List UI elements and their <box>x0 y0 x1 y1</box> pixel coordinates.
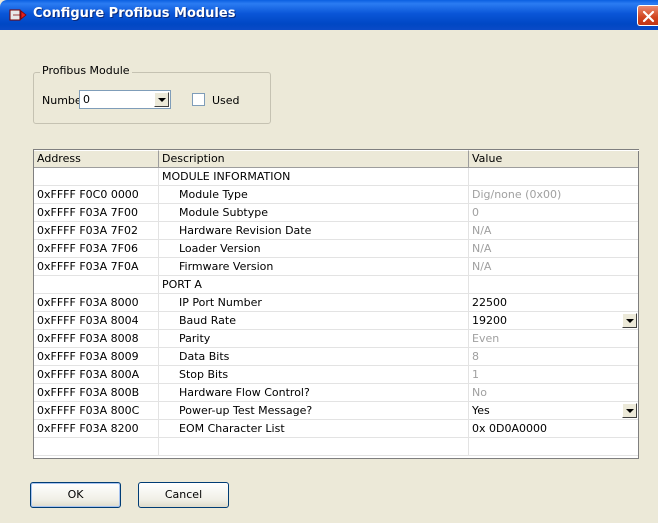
address-cell: 0xFFFF F03A 8000 <box>34 294 159 311</box>
table-row[interactable]: 0xFFFF F03A 8200 EOM Character List 0x 0D0… <box>34 420 638 438</box>
number-combobox[interactable]: 0 <box>79 90 171 109</box>
section-row: MODULE INFORMATION <box>34 168 638 186</box>
column-header-description[interactable]: Description <box>159 150 469 167</box>
description-cell: EOM Character List <box>159 420 469 437</box>
address-cell: 0xFFFF F03A 7F0A <box>34 258 159 275</box>
value-cell[interactable]: 19200 <box>469 312 638 329</box>
properties-grid: Address Description Value MODULE INFORMA… <box>33 149 639 459</box>
address-cell: 0xFFFF F03A 800C <box>34 402 159 419</box>
title-bar[interactable]: Configure Profibus Modules <box>0 0 658 30</box>
value-cell[interactable]: Yes <box>469 402 638 419</box>
chevron-down-icon[interactable] <box>154 92 169 107</box>
table-row[interactable]: 0xFFFF F03A 7F00 Module Subtype 0 <box>34 204 638 222</box>
address-cell: 0xFFFF F03A 8004 <box>34 312 159 329</box>
address-cell: 0xFFFF F03A 8008 <box>34 330 159 347</box>
used-label[interactable]: Used <box>212 94 240 107</box>
description-cell: IP Port Number <box>159 294 469 311</box>
address-cell: 0xFFFF F03A 8200 <box>34 420 159 437</box>
address-cell <box>34 438 159 455</box>
description-cell: Stop Bits <box>159 366 469 383</box>
value-cell[interactable]: 22500 <box>469 294 638 311</box>
value-text: 0x 0D0A0000 <box>472 422 547 435</box>
description-cell: Parity <box>159 330 469 347</box>
value-text: Dig/none (0x00) <box>472 188 562 201</box>
chevron-down-icon[interactable] <box>622 403 637 418</box>
table-row[interactable]: 0xFFFF F03A 800B Hardware Flow Control? No <box>34 384 638 402</box>
description-cell: Baud Rate <box>159 312 469 329</box>
table-row[interactable]: 0xFFFF F0C0 0000 Module Type Dig/none (0x0… <box>34 186 638 204</box>
address-cell: 0xFFFF F03A 800A <box>34 366 159 383</box>
value-cell: Even <box>469 330 638 347</box>
number-value: 0 <box>83 93 90 106</box>
grid-body: MODULE INFORMATION 0xFFFF F0C0 0000 Module… <box>34 168 638 456</box>
table-row[interactable]: 0xFFFF F03A 7F06 Loader Version N/A <box>34 240 638 258</box>
value-text: Yes <box>472 404 490 417</box>
value-cell: N/A <box>469 222 638 239</box>
value-text: 0 <box>472 206 479 219</box>
value-text: N/A <box>472 260 492 273</box>
close-button[interactable] <box>637 5 658 26</box>
value-text: 8 <box>472 350 479 363</box>
section-title: MODULE INFORMATION <box>159 168 469 185</box>
dialog-window: Configure Profibus Modules Profibus Modu… <box>0 0 658 523</box>
description-cell: Module Type <box>159 186 469 203</box>
cancel-button[interactable]: Cancel <box>138 482 229 508</box>
value-cell: 0 <box>469 204 638 221</box>
address-cell: 0xFFFF F0C0 0000 <box>34 186 159 203</box>
value-cell: N/A <box>469 258 638 275</box>
value-cell: No <box>469 384 638 401</box>
address-cell: 0xFFFF F03A 7F06 <box>34 240 159 257</box>
value-text: No <box>472 386 487 399</box>
address-cell: 0xFFFF F03A 8009 <box>34 348 159 365</box>
description-cell <box>159 438 469 455</box>
close-icon <box>642 10 655 23</box>
section-title: PORT A <box>159 276 469 293</box>
value-text: 22500 <box>472 296 507 309</box>
column-header-value[interactable]: Value <box>469 150 639 167</box>
grid-header: Address Description Value <box>34 150 639 168</box>
value-cell <box>469 168 638 185</box>
description-cell: Hardware Flow Control? <box>159 384 469 401</box>
value-cell: Dig/none (0x00) <box>469 186 638 203</box>
column-header-address[interactable]: Address <box>34 150 159 167</box>
address-cell <box>34 276 159 293</box>
description-cell: Hardware Revision Date <box>159 222 469 239</box>
value-text: 1 <box>472 368 479 381</box>
used-checkbox[interactable] <box>192 93 205 106</box>
table-row <box>34 438 638 456</box>
table-row[interactable]: 0xFFFF F03A 800C Power-up Test Message? Ye… <box>34 402 638 420</box>
value-text: Even <box>472 332 500 345</box>
value-cell: 1 <box>469 366 638 383</box>
table-row[interactable]: 0xFFFF F03A 7F0A Firmware Version N/A <box>34 258 638 276</box>
value-cell <box>469 438 638 455</box>
section-row: PORT A <box>34 276 638 294</box>
value-cell: N/A <box>469 240 638 257</box>
address-cell: 0xFFFF F03A 7F02 <box>34 222 159 239</box>
table-row[interactable]: 0xFFFF F03A 8004 Baud Rate 19200 <box>34 312 638 330</box>
value-cell <box>469 276 638 293</box>
table-row[interactable]: 0xFFFF F03A 8009 Data Bits 8 <box>34 348 638 366</box>
value-cell: 8 <box>469 348 638 365</box>
table-row[interactable]: 0xFFFF F03A 7F02 Hardware Revision Date N/… <box>34 222 638 240</box>
table-row[interactable]: 0xFFFF F03A 8000 IP Port Number 22500 <box>34 294 638 312</box>
value-text: N/A <box>472 224 492 237</box>
address-cell: 0xFFFF F03A 800B <box>34 384 159 401</box>
chevron-down-icon[interactable] <box>622 313 637 328</box>
description-cell: Loader Version <box>159 240 469 257</box>
window-title: Configure Profibus Modules <box>33 6 236 21</box>
description-cell: Power-up Test Message? <box>159 402 469 419</box>
description-cell: Firmware Version <box>159 258 469 275</box>
ok-button[interactable]: OK <box>30 482 121 508</box>
arrow-module-icon <box>9 7 27 23</box>
address-cell <box>34 168 159 185</box>
address-cell: 0xFFFF F03A 7F00 <box>34 204 159 221</box>
value-text: 19200 <box>472 314 507 327</box>
value-text: N/A <box>472 242 492 255</box>
table-row[interactable]: 0xFFFF F03A 8008 Parity Even <box>34 330 638 348</box>
description-cell: Data Bits <box>159 348 469 365</box>
group-legend: Profibus Module <box>40 64 132 77</box>
value-cell[interactable]: 0x 0D0A0000 <box>469 420 638 437</box>
description-cell: Module Subtype <box>159 204 469 221</box>
table-row[interactable]: 0xFFFF F03A 800A Stop Bits 1 <box>34 366 638 384</box>
